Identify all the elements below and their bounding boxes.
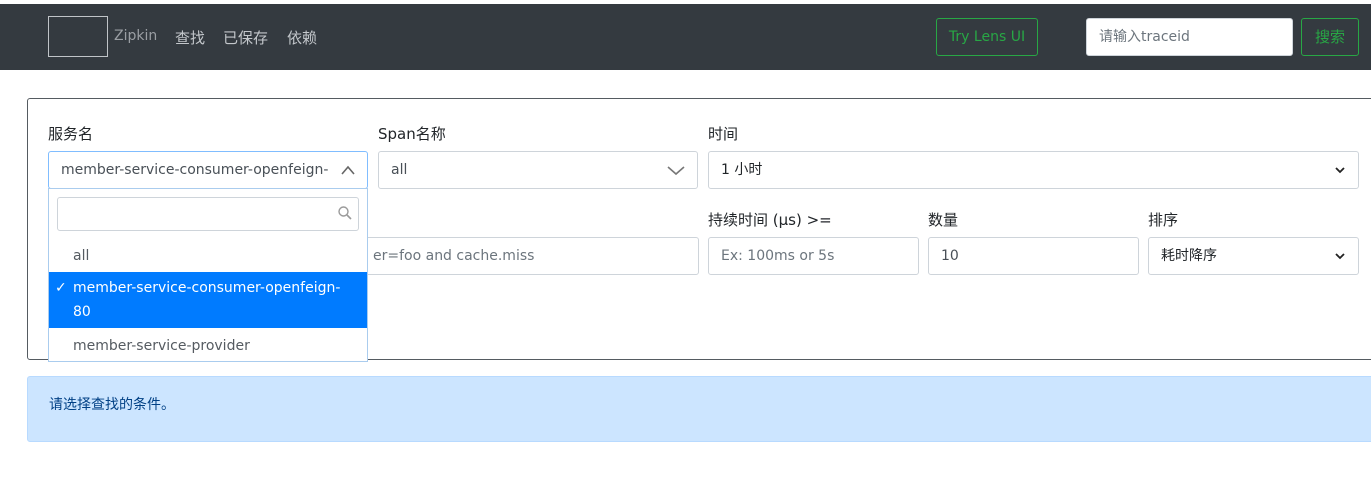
service-name-dropdown: all ✓ member-service-consumer-openfeign-… xyxy=(48,188,368,362)
dropdown-option-label: member-service-provider xyxy=(73,338,250,354)
limit-input[interactable]: 10 xyxy=(928,237,1139,275)
brand-name[interactable]: Zipkin xyxy=(114,28,157,44)
span-name-select[interactable]: all xyxy=(378,151,698,189)
sort-order-select[interactable]: 耗时降序 xyxy=(1148,237,1359,275)
try-lens-ui-button[interactable]: Try Lens UI xyxy=(936,18,1038,56)
duration-label: 持续时间 (μs) >= xyxy=(708,211,832,229)
span-name-value: all xyxy=(391,162,408,178)
service-name-value: member-service-consumer-openfeign- xyxy=(61,162,329,178)
dropdown-search-input[interactable] xyxy=(57,197,359,231)
logo-image[interactable] xyxy=(48,16,108,57)
chevron-down-icon xyxy=(667,152,685,188)
time-range-select[interactable]: 1 小时 xyxy=(708,151,1359,189)
nav-link-find[interactable]: 查找 xyxy=(175,27,205,48)
service-name-select[interactable]: member-service-consumer-openfeign- xyxy=(48,151,368,189)
dropdown-option-provider[interactable]: member-service-provider xyxy=(49,330,367,362)
traceid-input[interactable] xyxy=(1086,18,1293,56)
nav-link-dependencies[interactable]: 依赖 xyxy=(287,27,317,48)
chevron-up-icon xyxy=(341,152,355,188)
tags-query-placeholder: er=foo and cache.miss xyxy=(373,248,535,264)
min-duration-placeholder: Ex: 100ms or 5s xyxy=(721,248,835,264)
dropdown-option-label: member-service-consumer-openfeign- xyxy=(73,280,341,296)
min-duration-input[interactable]: Ex: 100ms or 5s xyxy=(708,237,919,275)
navbar: Zipkin 查找 已保存 依赖 Try Lens UI 搜索 xyxy=(0,4,1371,70)
service-name-label: 服务名 xyxy=(48,125,94,143)
sort-order-value: 耗时降序 xyxy=(1161,248,1217,264)
nav-link-saved[interactable]: 已保存 xyxy=(223,27,268,48)
sort-label: 排序 xyxy=(1148,211,1179,229)
dropdown-option-label: all xyxy=(73,248,90,264)
search-button[interactable]: 搜索 xyxy=(1301,18,1359,56)
check-icon: ✓ xyxy=(55,280,67,296)
limit-value: 10 xyxy=(941,248,959,264)
tags-query-input[interactable]: er=foo and cache.miss xyxy=(360,237,699,275)
search-icon xyxy=(338,206,352,220)
span-name-label: Span名称 xyxy=(378,125,446,143)
alert-text: 请选择查找的条件。 xyxy=(49,397,175,413)
dropdown-option-label: 80 xyxy=(73,304,91,320)
chevron-down-icon xyxy=(1334,238,1346,274)
chevron-down-icon xyxy=(1334,152,1346,188)
time-label: 时间 xyxy=(708,125,739,143)
dropdown-option-all[interactable]: all xyxy=(49,240,367,272)
dropdown-option-consumer[interactable]: ✓ member-service-consumer-openfeign- 80 xyxy=(49,272,367,328)
limit-label: 数量 xyxy=(928,211,959,229)
info-alert: 请选择查找的条件。 xyxy=(27,376,1371,442)
time-range-value: 1 小时 xyxy=(721,162,763,178)
